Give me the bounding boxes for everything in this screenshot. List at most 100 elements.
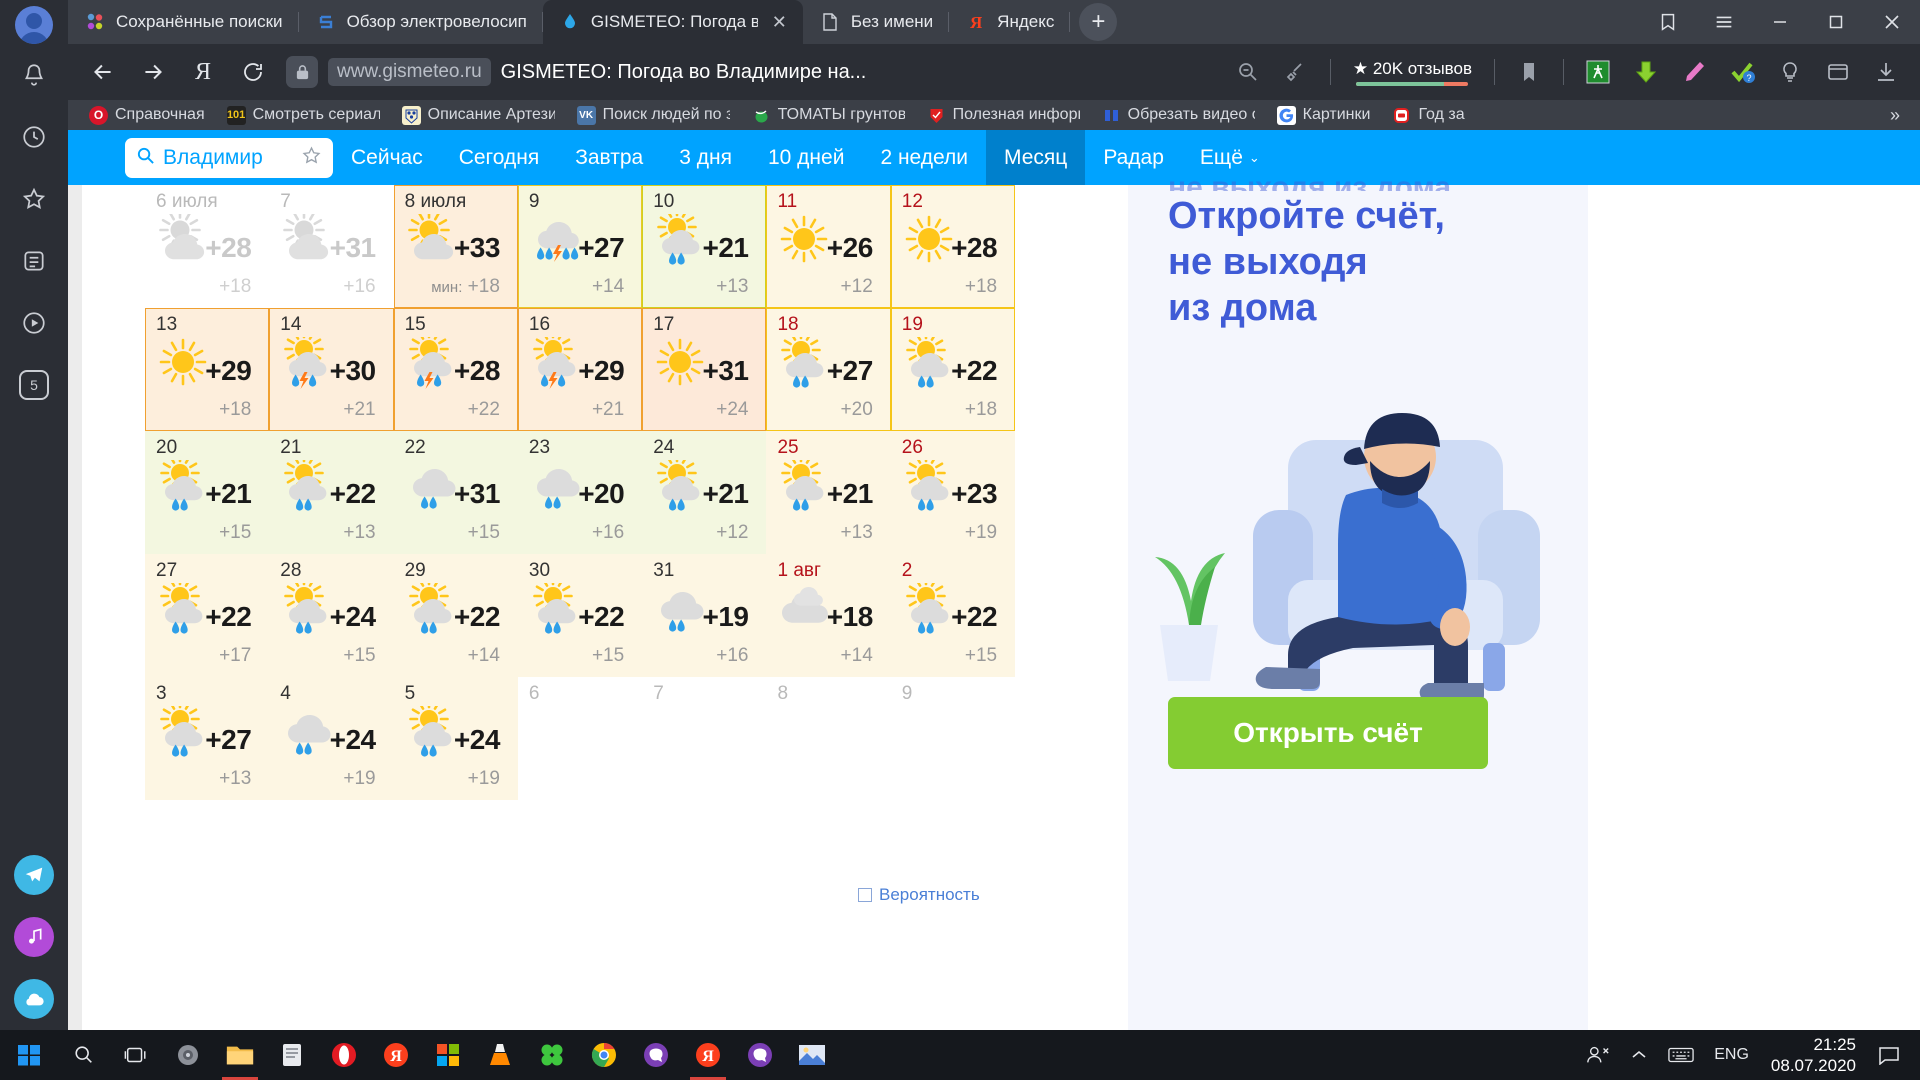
check-green-icon[interactable]: ?	[1720, 50, 1764, 94]
user-avatar[interactable]	[0, 0, 68, 44]
calendar-day-cell[interactable]: 6	[517, 677, 643, 800]
calendar-day-cell[interactable]: 7	[642, 677, 767, 800]
notes-icon[interactable]	[266, 1030, 318, 1080]
yandex-home-icon[interactable]: Я	[180, 49, 226, 95]
clover-icon[interactable]	[526, 1030, 578, 1080]
reviews-badge[interactable]: ★ 20K отзывов	[1343, 59, 1482, 86]
star-icon[interactable]	[301, 145, 322, 171]
broom-icon[interactable]	[1274, 50, 1318, 94]
language-indicator[interactable]: ENG	[1704, 1030, 1759, 1080]
window-icon[interactable]	[1816, 50, 1860, 94]
favorites-star-icon[interactable]	[0, 168, 68, 230]
nav-tab-month[interactable]: Месяц	[986, 130, 1086, 185]
city-search-box[interactable]: Владимир	[125, 137, 333, 178]
bookmark-item[interactable]: Картинки	[1266, 105, 1382, 125]
calendar-day-cell[interactable]: 18 +27 +20	[766, 308, 891, 431]
calendar-day-cell[interactable]: 13 +29 +18	[145, 308, 270, 431]
calendar-day-cell[interactable]: 29 +22 +14	[393, 554, 518, 677]
calendar-day-cell[interactable]: 9 +27 +14	[517, 185, 643, 308]
calendar-day-cell[interactable]: 27 +22 +17	[145, 554, 270, 677]
nav-tab-tomorrow[interactable]: Завтра	[557, 130, 661, 185]
probability-checkbox-row[interactable]: Вероятность	[858, 885, 980, 905]
nav-tab-3days[interactable]: 3 дня	[661, 130, 750, 185]
nav-tab-2weeks[interactable]: 2 недели	[862, 130, 986, 185]
checkbox-icon[interactable]	[858, 888, 872, 902]
calendar-day-cell[interactable]: 7 +31 +16	[269, 185, 394, 308]
browser-tab-2-active[interactable]: GISMETEO: Погода в ✕	[542, 0, 803, 44]
tray-chevron-up-icon[interactable]	[1620, 1030, 1658, 1080]
bookmark-item[interactable]: 101 Смотреть сериалы	[216, 105, 391, 125]
calendar-day-cell[interactable]: 26 +23 +19	[890, 431, 1016, 554]
taskbar-clock[interactable]: 21:25 08.07.2020	[1759, 1034, 1868, 1076]
cloud-disk-icon[interactable]	[0, 968, 68, 1030]
photos-icon[interactable]	[786, 1030, 838, 1080]
nav-tab-10days[interactable]: 10 дней	[750, 130, 862, 185]
lightbulb-icon[interactable]	[1768, 50, 1812, 94]
taskbar-search-icon[interactable]	[58, 1030, 110, 1080]
bookmark-item[interactable]: ТОМАТЫ грунтовые	[741, 106, 916, 125]
bookmark-icon[interactable]	[1507, 50, 1551, 94]
calendar-day-cell[interactable]: 20 +21 +15	[145, 431, 270, 554]
bookmark-item[interactable]: Год за	[1381, 106, 1475, 125]
calendar-day-cell[interactable]: 1 авг +18 +14	[766, 554, 891, 677]
browser-menu-icon[interactable]	[1696, 0, 1752, 44]
bank-advertisement[interactable]: не выходя из дома Откройте счёт, не выхо…	[1128, 171, 1588, 925]
calendar-day-cell[interactable]: 23 +20 +16	[517, 431, 643, 554]
calendar-day-cell[interactable]: 25 +21 +13	[766, 431, 891, 554]
calendar-day-cell[interactable]: 22 +31 +15	[393, 431, 518, 554]
viber-icon[interactable]	[630, 1030, 682, 1080]
close-icon[interactable]: ✕	[772, 12, 787, 33]
pen-icon[interactable]	[1672, 50, 1716, 94]
calendar-day-cell[interactable]: 15 +28 +22	[393, 308, 518, 431]
yandex-browser-icon[interactable]: Я	[682, 1030, 734, 1080]
start-button[interactable]	[0, 1030, 58, 1080]
minimize-button[interactable]	[1752, 0, 1808, 44]
notification-icon[interactable]	[1868, 1030, 1910, 1080]
history-clock-icon[interactable]	[0, 106, 68, 168]
zoom-minus-icon[interactable]	[1226, 50, 1270, 94]
calendar-day-cell[interactable]: 31 +19 +16	[642, 554, 767, 677]
keyboard-icon[interactable]	[1658, 1030, 1704, 1080]
task-view-icon[interactable]	[110, 1030, 162, 1080]
nav-tab-now[interactable]: Сейчас	[333, 130, 441, 185]
new-tab-button[interactable]: +	[1070, 0, 1126, 44]
calendar-day-cell[interactable]: 17 +31 +24	[642, 308, 767, 431]
back-button[interactable]	[80, 49, 126, 95]
open-account-button[interactable]: Открыть счёт	[1168, 697, 1488, 769]
calendar-day-cell[interactable]: 9	[890, 677, 1016, 800]
bookmark-item[interactable]: Описание Артезиа	[391, 105, 566, 125]
browser-tab-3[interactable]: Без имени	[803, 0, 950, 44]
calendar-day-cell[interactable]: 8	[766, 677, 891, 800]
vlc-icon[interactable]	[474, 1030, 526, 1080]
calendar-day-cell[interactable]: 4 +24 +19	[269, 677, 394, 800]
browser-tab-1[interactable]: Обзор электровелосип	[299, 0, 543, 44]
collections-icon[interactable]	[1640, 0, 1696, 44]
bookmarks-overflow-button[interactable]: »	[1880, 105, 1910, 126]
bookmark-item[interactable]: VK Поиск людей по за	[566, 105, 741, 125]
calendar-day-cell[interactable]: 6 июля +28 +18	[145, 185, 270, 308]
bookmark-item[interactable]: Обрезать видео он	[1091, 106, 1266, 125]
music-icon[interactable]	[0, 906, 68, 968]
translate-icon[interactable]	[1576, 50, 1620, 94]
bookmark-item[interactable]: O Справочная	[78, 105, 216, 125]
calendar-day-cell[interactable]: 5 +24 +19	[393, 677, 518, 800]
calendar-day-cell[interactable]: 30 +22 +15	[517, 554, 643, 677]
calendar-day-cell[interactable]: 12 +28 +18	[890, 185, 1016, 308]
chrome-icon[interactable]	[578, 1030, 630, 1080]
telegram-icon[interactable]	[0, 844, 68, 906]
reload-button[interactable]	[230, 49, 276, 95]
browser-tab-4[interactable]: Я Яндекс	[949, 0, 1071, 44]
calendar-day-cell[interactable]: 3 +27 +13	[145, 677, 270, 800]
download-green-icon[interactable]	[1624, 50, 1668, 94]
file-explorer-icon[interactable]	[214, 1030, 266, 1080]
video-play-icon[interactable]	[0, 292, 68, 354]
viber2-icon[interactable]	[734, 1030, 786, 1080]
downloads-count-badge[interactable]: 5	[0, 354, 68, 416]
omnibox[interactable]: www.gismeteo.ru GISMETEO: Погода во Влад…	[280, 52, 1222, 92]
opera-icon[interactable]	[318, 1030, 370, 1080]
maximize-button[interactable]	[1808, 0, 1864, 44]
calendar-day-cell[interactable]: 10 +21 +13	[642, 185, 767, 308]
nav-tab-today[interactable]: Сегодня	[441, 130, 557, 185]
calendar-day-cell[interactable]: 19 +22 +18	[890, 308, 1016, 431]
close-button[interactable]	[1864, 0, 1920, 44]
